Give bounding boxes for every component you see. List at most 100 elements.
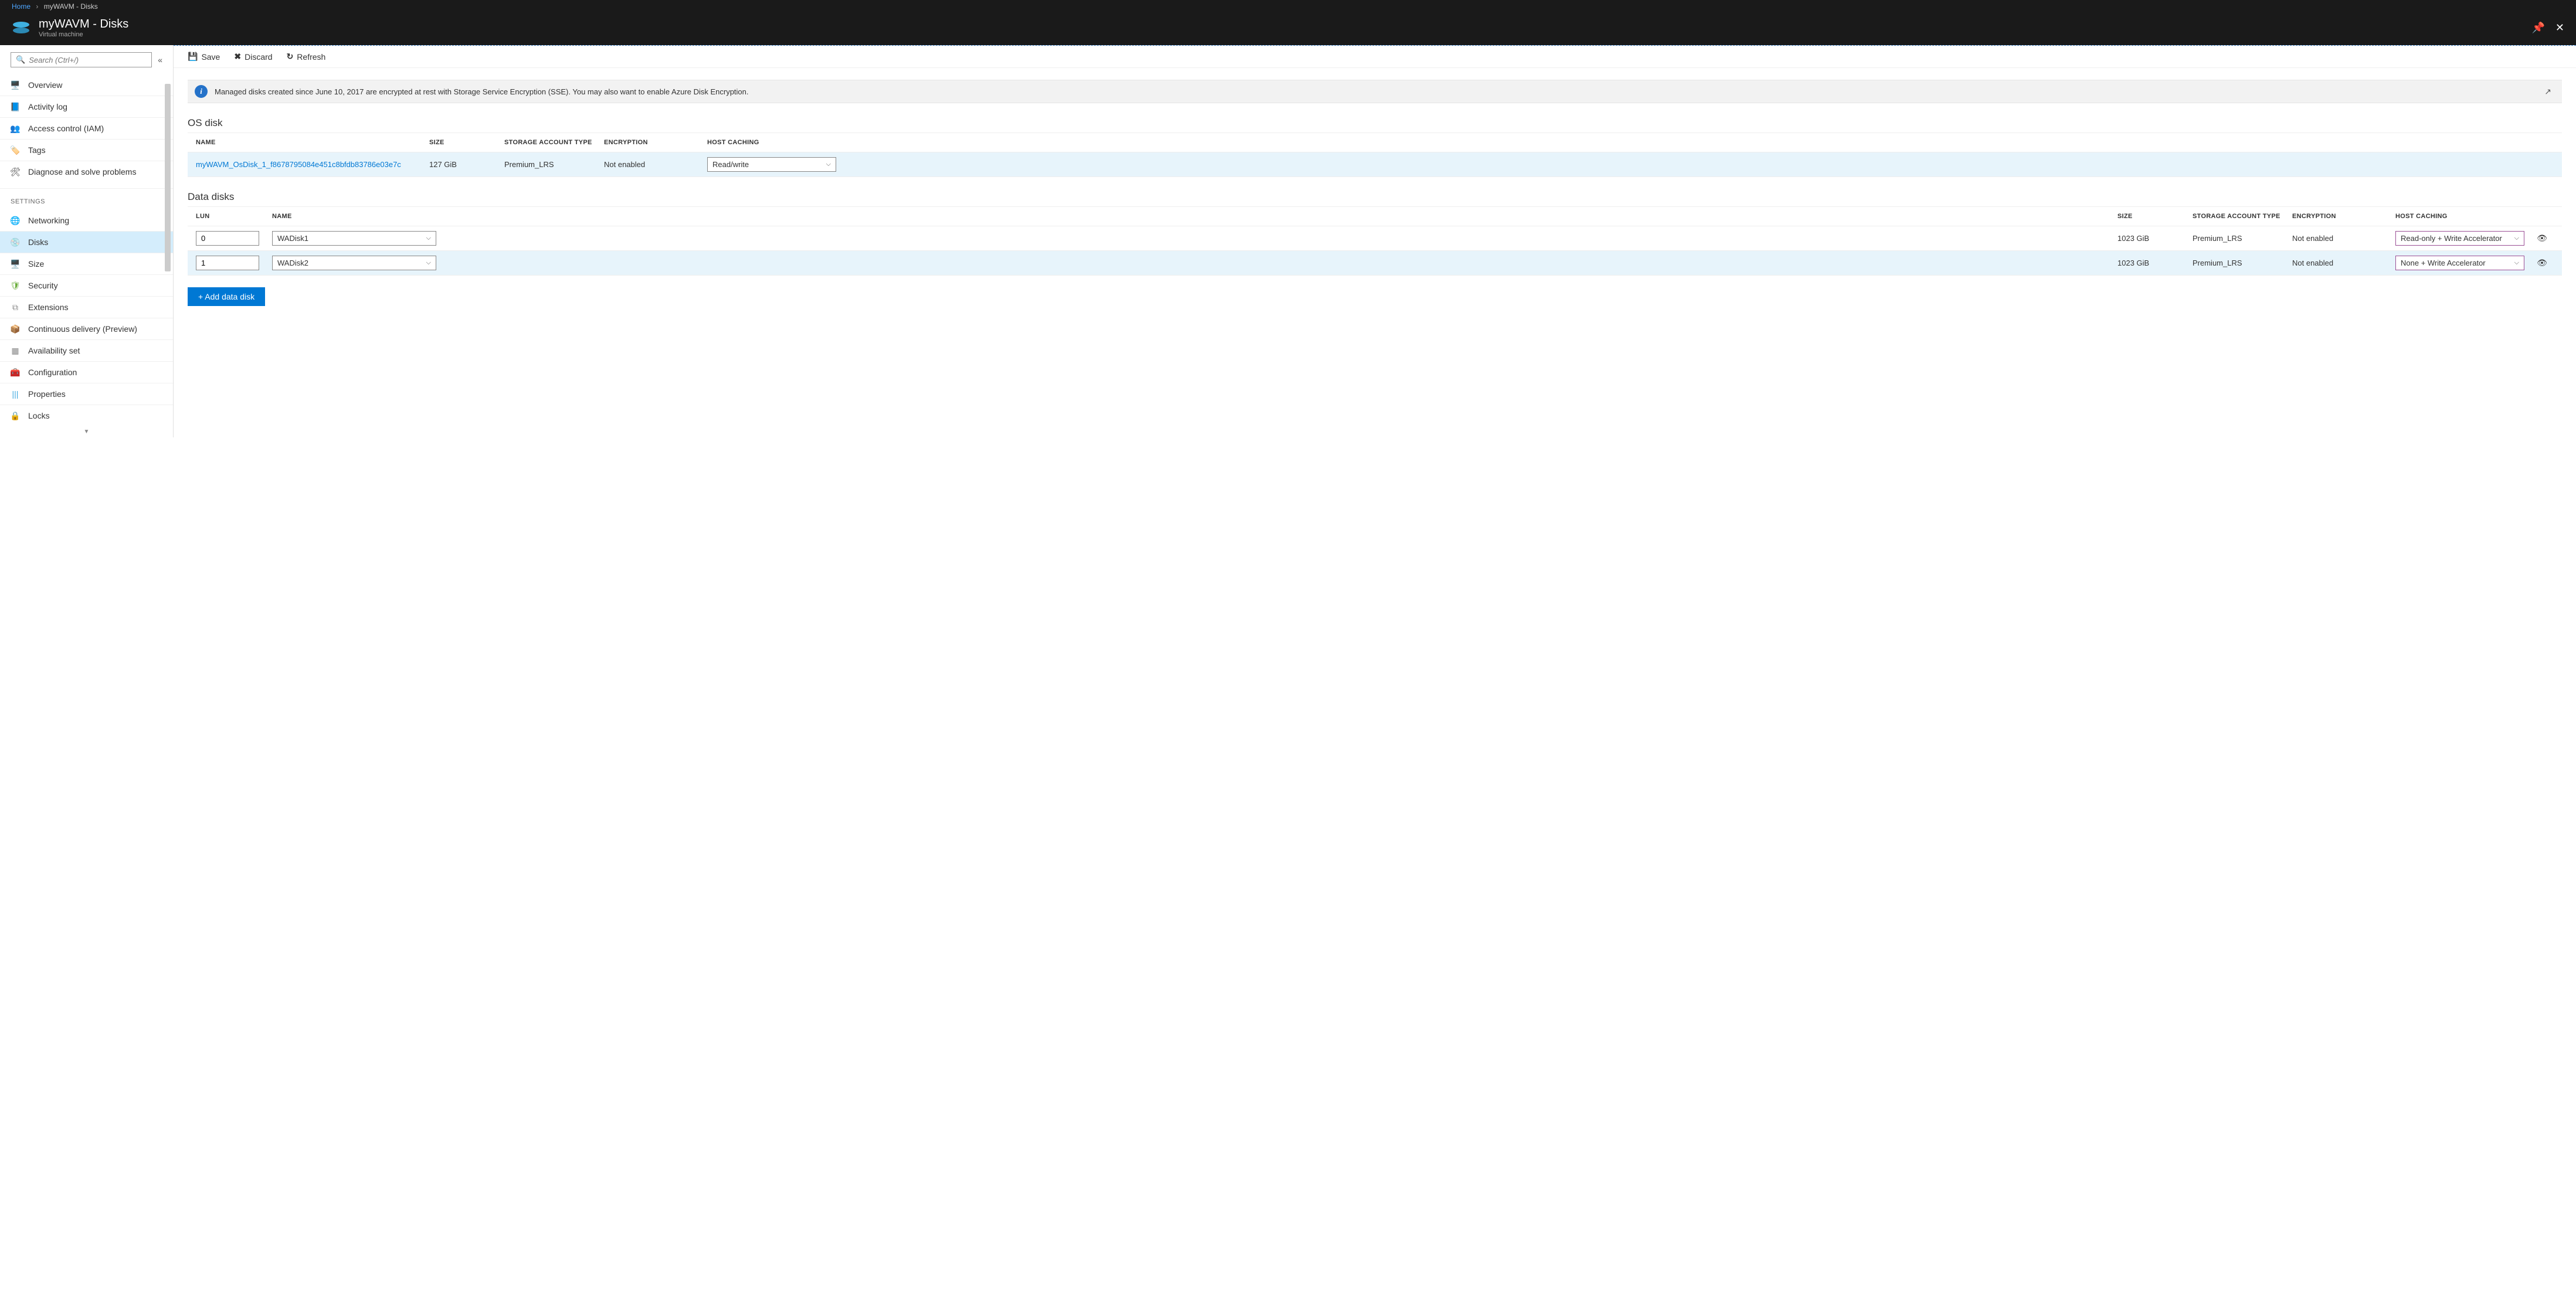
nav-icon: 🌐 bbox=[11, 216, 20, 225]
nav-icon: 🖥️ bbox=[11, 80, 20, 90]
search-input-wrap[interactable]: 🔍 bbox=[11, 52, 152, 67]
sidebar-item-diagnose-and-solve-problems[interactable]: 🛠 Diagnose and solve problems bbox=[0, 161, 173, 182]
nav-icon: 🧰 bbox=[11, 368, 20, 377]
nav-icon: ▦ bbox=[11, 346, 20, 355]
nav-icon: 🛠 bbox=[11, 167, 20, 176]
lun-input[interactable] bbox=[196, 231, 259, 246]
col-size: SIZE bbox=[429, 139, 504, 146]
os-size: 127 GiB bbox=[429, 160, 504, 169]
search-icon: 🔍 bbox=[16, 55, 25, 64]
write-accelerator-icon[interactable]: 👁 bbox=[2537, 233, 2547, 243]
sidebar-item-label: Overview bbox=[28, 80, 62, 90]
os-disk-row: myWAVM_OsDisk_1_f8678795084e451c8bfdb837… bbox=[188, 152, 2562, 177]
breadcrumb: Home › myWAVM - Disks bbox=[0, 0, 2576, 13]
sidebar-item-activity-log[interactable]: 📘Activity log bbox=[0, 96, 173, 117]
os-enc: Not enabled bbox=[604, 160, 707, 169]
col-cache: HOST CACHING bbox=[707, 139, 842, 146]
save-icon: 💾 bbox=[188, 52, 198, 62]
sidebar-item-label: Activity log bbox=[28, 102, 67, 111]
sidebar-item-overview[interactable]: 🖥️ Overview bbox=[0, 74, 173, 96]
disk-enc: Not enabled bbox=[2292, 234, 2395, 243]
data-disks-grid: LUN NAME SIZE STORAGE ACCOUNT TYPE ENCRY… bbox=[188, 206, 2562, 276]
nav-heading-settings: SETTINGS bbox=[0, 188, 173, 210]
close-icon[interactable]: ✕ bbox=[2555, 22, 2564, 34]
sidebar-item-label: Continuous delivery (Preview) bbox=[28, 324, 137, 334]
sidebar-item-label: Availability set bbox=[28, 346, 80, 355]
col-storage: STORAGE ACCOUNT TYPE bbox=[2193, 213, 2292, 220]
sidebar-item-label: Diagnose and solve problems bbox=[28, 167, 136, 176]
sidebar-item-availability-set[interactable]: ▦ Availability set bbox=[0, 339, 173, 361]
refresh-button[interactable]: ↻ Refresh bbox=[287, 52, 326, 62]
breadcrumb-home[interactable]: Home bbox=[12, 2, 30, 11]
nav-icon: 🏷️ bbox=[11, 145, 20, 155]
sidebar: 🔍 « 🖥️ Overview 📘Activity log👥Access contr… bbox=[0, 45, 174, 437]
search-input[interactable] bbox=[29, 56, 147, 64]
page-header: myWAVM - Disks Virtual machine 📌 ✕ bbox=[0, 13, 2576, 45]
page-subtitle: Virtual machine bbox=[39, 31, 128, 38]
sidebar-item-label: Size bbox=[28, 259, 44, 269]
save-button[interactable]: 💾 Save bbox=[188, 52, 220, 62]
collapse-sidebar-icon[interactable]: « bbox=[158, 55, 162, 64]
sidebar-item-size[interactable]: 🖥️Size bbox=[0, 253, 173, 274]
write-accelerator-icon[interactable]: 👁 bbox=[2537, 258, 2547, 268]
col-size: SIZE bbox=[2117, 213, 2193, 220]
sidebar-item-properties[interactable]: |||Properties bbox=[0, 383, 173, 405]
chevron-down-icon: ⌵ bbox=[426, 259, 431, 267]
sidebar-item-label: Networking bbox=[28, 216, 69, 225]
col-lun: LUN bbox=[196, 213, 272, 220]
os-disk-link[interactable]: myWAVM_OsDisk_1_f8678795084e451c8bfdb837… bbox=[196, 160, 401, 169]
col-name: NAME bbox=[272, 213, 2117, 220]
discard-icon: ✖ bbox=[234, 52, 241, 62]
sidebar-item-disks[interactable]: 💿Disks bbox=[0, 231, 173, 253]
sidebar-item-label: Locks bbox=[28, 411, 50, 420]
sidebar-item-networking[interactable]: 🌐 Networking bbox=[0, 210, 173, 231]
sidebar-item-tags[interactable]: 🏷️Tags bbox=[0, 139, 173, 161]
disk-size: 1023 GiB bbox=[2117, 234, 2193, 243]
disk-enc: Not enabled bbox=[2292, 259, 2395, 267]
disk-cache-value: None + Write Accelerator bbox=[2401, 259, 2486, 267]
sidebar-item-access-control-iam-[interactable]: 👥Access control (IAM) bbox=[0, 117, 173, 139]
data-disk-row: WADisk2⌵1023 GiBPremium_LRSNot enabledNo… bbox=[188, 251, 2562, 276]
refresh-icon: ↻ bbox=[287, 52, 294, 62]
nav-icon: ⧉ bbox=[11, 303, 20, 312]
sidebar-item-locks[interactable]: 🔒 Locks bbox=[0, 405, 173, 426]
nav-icon: 🔒 bbox=[11, 411, 20, 420]
lun-input[interactable] bbox=[196, 256, 259, 270]
chevron-down-icon: ⌵ bbox=[2514, 259, 2519, 267]
open-external-icon[interactable]: ↗ bbox=[2541, 87, 2555, 97]
disk-name-value: WADisk1 bbox=[277, 234, 308, 243]
chevron-down-icon: ⌵ bbox=[826, 161, 831, 168]
nav-primary: 🖥️ Overview 📘Activity log👥Access control (… bbox=[0, 74, 173, 437]
sidebar-item-configuration[interactable]: 🧰Configuration bbox=[0, 361, 173, 383]
page-title: myWAVM - Disks bbox=[39, 18, 128, 31]
disk-cache-select[interactable]: Read-only + Write Accelerator⌵ bbox=[2395, 231, 2524, 246]
scroll-down-icon[interactable]: ▼ bbox=[0, 426, 173, 437]
scrollbar[interactable] bbox=[165, 84, 171, 271]
col-encryption: ENCRYPTION bbox=[604, 139, 707, 146]
data-disk-row: WADisk1⌵1023 GiBPremium_LRSNot enabledRe… bbox=[188, 226, 2562, 251]
content-pane: 💾 Save ✖ Discard ↻ Refresh i Managed dis… bbox=[174, 45, 2576, 437]
nav-icon: ||| bbox=[11, 389, 20, 399]
info-text: Managed disks created since June 10, 201… bbox=[215, 87, 749, 96]
disk-name-value: WADisk2 bbox=[277, 259, 308, 267]
sidebar-item-extensions[interactable]: ⧉ Extensions bbox=[0, 296, 173, 318]
chevron-down-icon: ⌵ bbox=[2514, 235, 2519, 242]
sidebar-item-label: Access control (IAM) bbox=[28, 124, 104, 133]
add-data-disk-button[interactable]: + Add data disk bbox=[188, 287, 265, 306]
disk-name-select[interactable]: WADisk2 ⌵ bbox=[272, 256, 436, 270]
discard-label: Discard bbox=[245, 52, 272, 62]
chevron-down-icon: ⌵ bbox=[426, 235, 431, 242]
sidebar-item-label: Disks bbox=[28, 237, 48, 247]
sidebar-item-continuous-delivery-preview-[interactable]: 📦Continuous delivery (Preview) bbox=[0, 318, 173, 339]
sidebar-item-label: Extensions bbox=[28, 303, 68, 312]
pin-icon[interactable]: 📌 bbox=[2531, 22, 2544, 34]
discard-button[interactable]: ✖ Discard bbox=[234, 52, 272, 62]
os-cache-select[interactable]: Read/write ⌵ bbox=[707, 157, 836, 172]
info-icon: i bbox=[195, 85, 208, 98]
col-encryption: ENCRYPTION bbox=[2292, 213, 2395, 220]
disk-name-select[interactable]: WADisk1 ⌵ bbox=[272, 231, 436, 246]
sidebar-item-security[interactable]: 🛡Security bbox=[0, 274, 173, 296]
save-label: Save bbox=[201, 52, 220, 62]
disk-cache-select[interactable]: None + Write Accelerator ⌵ bbox=[2395, 256, 2524, 270]
breadcrumb-current: myWAVM - Disks bbox=[44, 2, 98, 11]
